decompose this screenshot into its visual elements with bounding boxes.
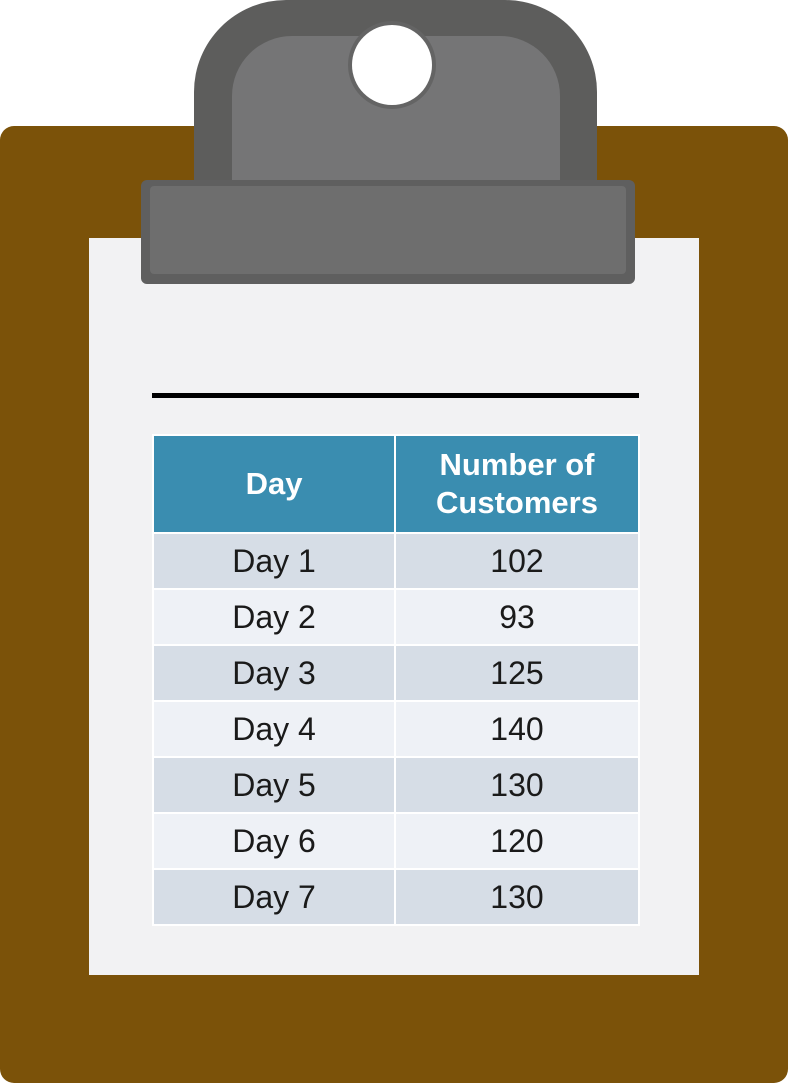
cell-day: Day 4: [152, 700, 396, 758]
table-row: Day 1 102: [152, 532, 640, 590]
table-header-row: Day Number of Customers: [152, 434, 640, 534]
cell-day: Day 5: [152, 756, 396, 814]
cell-customers: 140: [394, 700, 640, 758]
header-day: Day: [152, 434, 396, 534]
header-customers: Number of Customers: [394, 434, 640, 534]
cell-customers: 125: [394, 644, 640, 702]
cell-day: Day 2: [152, 588, 396, 646]
table-row: Day 6 120: [152, 812, 640, 870]
table-row: Day 3 125: [152, 644, 640, 702]
cell-customers: 130: [394, 756, 640, 814]
table-row: Day 5 130: [152, 756, 640, 814]
cell-customers: 130: [394, 868, 640, 926]
cell-day: Day 1: [152, 532, 396, 590]
header-customers-label: Number of Customers: [436, 447, 598, 520]
clip-hole: [352, 25, 432, 105]
table-row: Day 2 93: [152, 588, 640, 646]
table-row: Day 4 140: [152, 700, 640, 758]
cell-day: Day 7: [152, 868, 396, 926]
table-row: Day 7 130: [152, 868, 640, 926]
cell-customers: 120: [394, 812, 640, 870]
cell-day: Day 3: [152, 644, 396, 702]
cell-customers: 93: [394, 588, 640, 646]
clip-base-highlight: [150, 186, 626, 274]
cell-day: Day 6: [152, 812, 396, 870]
title-rule: [152, 393, 639, 398]
cell-customers: 102: [394, 532, 640, 590]
customers-table: Day Number of Customers Day 1 102 Day 2 …: [152, 434, 640, 926]
